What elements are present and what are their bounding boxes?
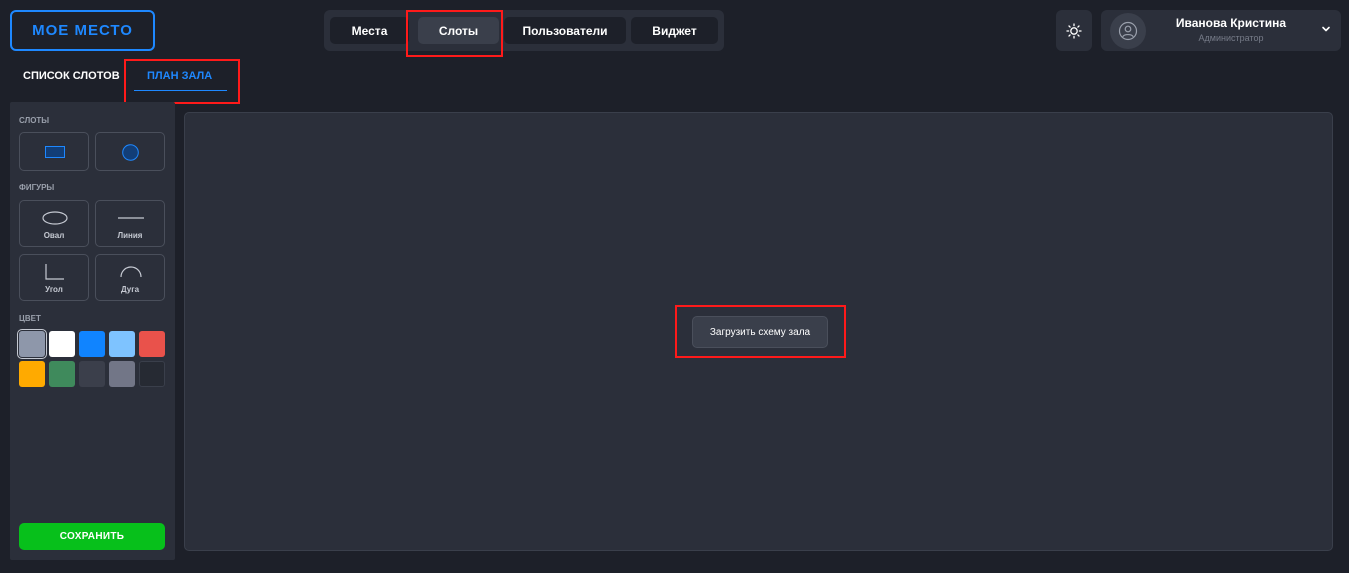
floor-plan-canvas[interactable]: Загрузить схему зала [184, 112, 1333, 551]
color-swatch[interactable] [109, 361, 135, 387]
color-swatch[interactable] [79, 361, 105, 387]
figure-line-tool[interactable]: Линия [95, 200, 165, 247]
tools-panel: СЛОТЫ ФИГУРЫ Овал Линия Угол Дуга ЦВЕТ С… [10, 102, 175, 560]
color-swatch[interactable] [49, 331, 75, 357]
figure-oval-tool[interactable]: Овал [19, 200, 89, 247]
tab-widget[interactable]: Виджет [631, 17, 718, 44]
subtab-active-underline [134, 90, 227, 91]
user-icon [1118, 21, 1138, 41]
slot-circle-tool[interactable] [95, 132, 165, 171]
color-swatch[interactable] [79, 331, 105, 357]
tab-places[interactable]: Места [330, 17, 409, 44]
slots-section-title: СЛОТЫ [19, 116, 50, 125]
figure-corner-tool[interactable]: Угол [19, 254, 89, 301]
user-role: Администратор [1198, 33, 1264, 43]
color-swatch[interactable] [139, 361, 165, 387]
upload-floor-plan-button[interactable]: Загрузить схему зала [692, 316, 828, 348]
color-swatch[interactable] [17, 329, 47, 359]
figure-arc-label: Дуга [120, 285, 140, 294]
color-swatch[interactable] [139, 331, 165, 357]
color-swatch[interactable] [109, 331, 135, 357]
user-name: Иванова Кристина [1175, 16, 1287, 30]
figures-section-title: ФИГУРЫ [19, 183, 55, 192]
figure-corner-label: Угол [45, 285, 63, 294]
oval-icon [42, 211, 68, 225]
rectangle-icon [45, 146, 65, 158]
arc-icon [120, 266, 142, 278]
avatar [1110, 13, 1146, 49]
save-button[interactable]: СОХРАНИТЬ [19, 523, 165, 550]
theme-toggle-button[interactable] [1056, 10, 1092, 51]
tab-users[interactable]: Пользователи [504, 17, 626, 44]
figure-arc-tool[interactable]: Дуга [95, 254, 165, 301]
main-nav: Места Слоты Пользователи Виджет [324, 10, 724, 51]
chevron-down-icon [1322, 26, 1330, 32]
color-swatch[interactable] [19, 361, 45, 387]
subtab-floor-plan[interactable]: ПЛАН ЗАЛА [147, 70, 212, 82]
circle-icon [122, 144, 139, 161]
line-icon [118, 217, 144, 219]
corner-icon [45, 264, 64, 280]
color-section-title: ЦВЕТ [19, 314, 41, 323]
slot-rectangle-tool[interactable] [19, 132, 89, 171]
tab-slots[interactable]: Слоты [418, 17, 499, 44]
user-menu[interactable]: Иванова Кристина Администратор [1101, 10, 1341, 51]
figure-line-label: Линия [117, 231, 143, 240]
color-swatch[interactable] [49, 361, 75, 387]
subtab-slot-list[interactable]: СПИСОК СЛОТОВ [23, 70, 120, 82]
app-logo[interactable]: МОЕ МЕСТО [10, 10, 155, 51]
figure-oval-label: Овал [43, 231, 65, 240]
sun-icon [1066, 22, 1082, 39]
